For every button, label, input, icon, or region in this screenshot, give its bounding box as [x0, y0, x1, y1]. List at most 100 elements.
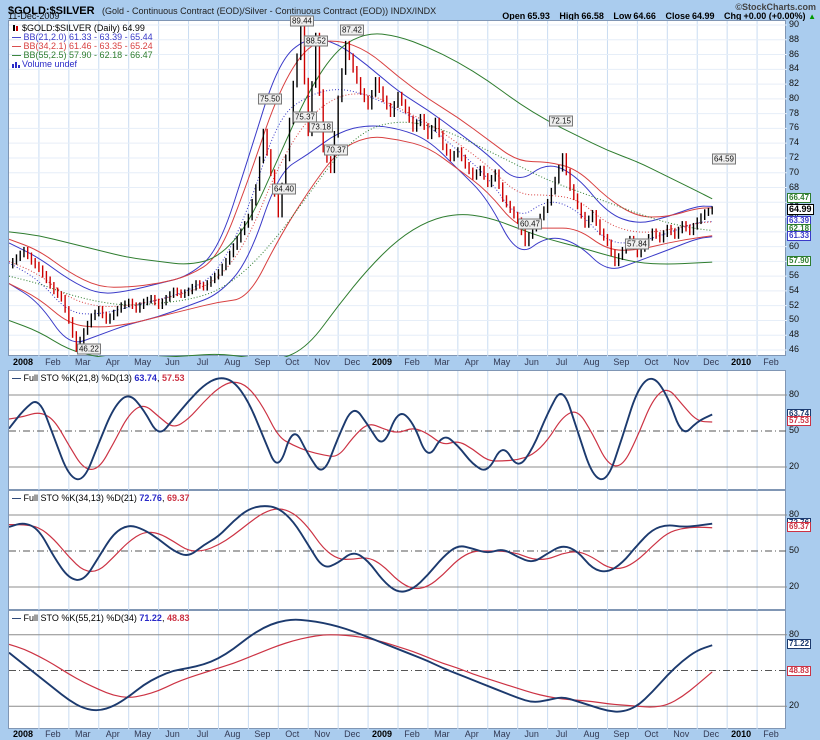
x-tick-label: Jul: [197, 730, 209, 739]
stoch-value-box: 57.53: [787, 416, 811, 426]
y-tick-label: 70: [789, 168, 799, 177]
x-tick-label: Jul: [197, 358, 209, 367]
y-tick-label: 88: [789, 35, 799, 44]
y-tick-label: 20: [789, 582, 799, 591]
legend-label: Volume undef: [22, 59, 77, 69]
x-tick-label: Aug: [583, 730, 599, 739]
line-swatch-icon: —: [12, 493, 21, 503]
x-tick-label: Apr: [465, 730, 479, 739]
x-tick-label: Apr: [106, 730, 120, 739]
x-tick-label: Jun: [165, 358, 180, 367]
x-tick-label: Oct: [285, 358, 299, 367]
line-swatch-icon: —: [12, 373, 21, 383]
y-tick-label: 50: [789, 426, 799, 435]
x-tick-label: Nov: [314, 730, 330, 739]
x-tick-label: Dec: [703, 358, 719, 367]
y-tick-label: 50: [789, 315, 799, 324]
y-tick-label: 84: [789, 64, 799, 73]
price-callout: 75.50: [258, 94, 282, 105]
price-value-box: 61.33: [787, 231, 811, 241]
x-tick-label: Feb: [45, 358, 61, 367]
line-swatch-icon: —: [12, 50, 21, 60]
y-tick-label: 80: [789, 94, 799, 103]
x-tick-label: May: [134, 358, 151, 367]
price-callout: 46.22: [77, 344, 101, 355]
y-tick-label: 48: [789, 330, 799, 339]
x-tick-label: Nov: [673, 730, 689, 739]
panel-1-y-axis: 80502063.7457.53: [787, 370, 820, 490]
x-tick-label: 2008: [13, 730, 33, 739]
stoch-legend-3: — Full STO %K(55,21) %D(34) 71.22, 48.83: [12, 613, 190, 623]
stoch-k-value-2: 72.76: [139, 493, 162, 503]
line-swatch-icon: —: [12, 613, 21, 623]
x-tick-label: Sep: [254, 730, 270, 739]
chart-canvas: [9, 371, 787, 491]
x-tick-label: Aug: [224, 730, 240, 739]
y-tick-label: 60: [789, 242, 799, 251]
stockcharts-chart-page: $GOLD:$SILVER (Gold - Continuous Contrac…: [0, 0, 820, 740]
stochastic-panel-2: — Full STO %K(34,13) %D(21) 72.76, 69.37: [8, 490, 786, 610]
y-tick-label: 80: [789, 630, 799, 639]
main-price-chart: $GOLD:$SILVER (Daily) 64.99— BB(21,2.0) …: [8, 20, 786, 356]
stoch-legend-2: — Full STO %K(34,13) %D(21) 72.76, 69.37: [12, 493, 190, 503]
legend-row: Volume undef: [12, 60, 77, 69]
chart-canvas: [9, 491, 787, 611]
x-tick-label: Apr: [465, 358, 479, 367]
x-tick-label: Nov: [673, 358, 689, 367]
x-tick-label: May: [493, 358, 510, 367]
price-callout: 88.52: [304, 36, 328, 47]
price-callout: 64.59: [712, 154, 736, 165]
x-tick-label: Feb: [404, 358, 420, 367]
x-axis-bottom: 2008FebMarAprMayJunJulAugSepOctNovDec200…: [8, 729, 786, 740]
y-tick-label: 46: [789, 345, 799, 354]
x-tick-label: Dec: [703, 730, 719, 739]
price-callout: 72.15: [549, 116, 573, 127]
x-axis-top: 2008FebMarAprMayJunJulAugSepOctNovDec200…: [8, 357, 786, 369]
x-tick-label: Feb: [763, 358, 779, 367]
y-tick-label: 82: [789, 79, 799, 88]
x-tick-label: Apr: [106, 358, 120, 367]
panel-3-y-axis: 80502071.2248.83: [787, 610, 820, 729]
x-tick-label: 2010: [731, 730, 751, 739]
stoch-value-box: 71.22: [787, 639, 811, 649]
y-tick-label: 52: [789, 301, 799, 310]
stochastic-panel-3: — Full STO %K(55,21) %D(34) 71.22, 48.83: [8, 610, 786, 729]
y-tick-label: 74: [789, 138, 799, 147]
x-tick-label: Dec: [344, 358, 360, 367]
header-line-1: $GOLD:$SILVER (Gold - Continuous Contrac…: [8, 1, 816, 11]
x-tick-label: 2010: [731, 358, 751, 367]
x-tick-label: 2009: [372, 730, 392, 739]
x-tick-label: Aug: [583, 358, 599, 367]
y-tick-label: 80: [789, 390, 799, 399]
price-callout: 73.18: [309, 122, 333, 133]
stoch-d-value-1: 57.53: [162, 373, 185, 383]
x-tick-label: Oct: [285, 730, 299, 739]
x-tick-label: Oct: [644, 358, 658, 367]
stoch-d-value-2: 69.37: [167, 493, 190, 503]
x-tick-label: Sep: [254, 358, 270, 367]
x-tick-label: 2008: [13, 358, 33, 367]
y-tick-label: 20: [789, 701, 799, 710]
x-tick-label: Jul: [556, 730, 568, 739]
price-callout: 64.40: [272, 184, 296, 195]
stoch-k-value-3: 71.22: [139, 613, 162, 623]
x-tick-label: Mar: [434, 358, 450, 367]
stoch-params-2: Full STO %K(34,13) %D(21): [24, 493, 137, 503]
x-tick-label: Feb: [404, 730, 420, 739]
x-tick-label: Dec: [344, 730, 360, 739]
x-tick-label: Jun: [524, 358, 539, 367]
y-tick-label: 54: [789, 286, 799, 295]
x-tick-label: Jun: [165, 730, 180, 739]
y-tick-label: 90: [789, 20, 799, 29]
volume-bars-icon: [12, 60, 20, 68]
price-callout: 70.37: [324, 145, 348, 156]
y-tick-label: 86: [789, 50, 799, 59]
price-callout: 89.44: [290, 16, 314, 27]
price-callout: 60.47: [518, 219, 542, 230]
price-callout: 87.42: [340, 25, 364, 36]
x-tick-label: Feb: [763, 730, 779, 739]
stoch-value-box: 48.83: [787, 666, 811, 676]
y-tick-label: 78: [789, 109, 799, 118]
stoch-params-1: Full STO %K(21,8) %D(13): [24, 373, 132, 383]
stoch-k-value-1: 63.74: [134, 373, 157, 383]
